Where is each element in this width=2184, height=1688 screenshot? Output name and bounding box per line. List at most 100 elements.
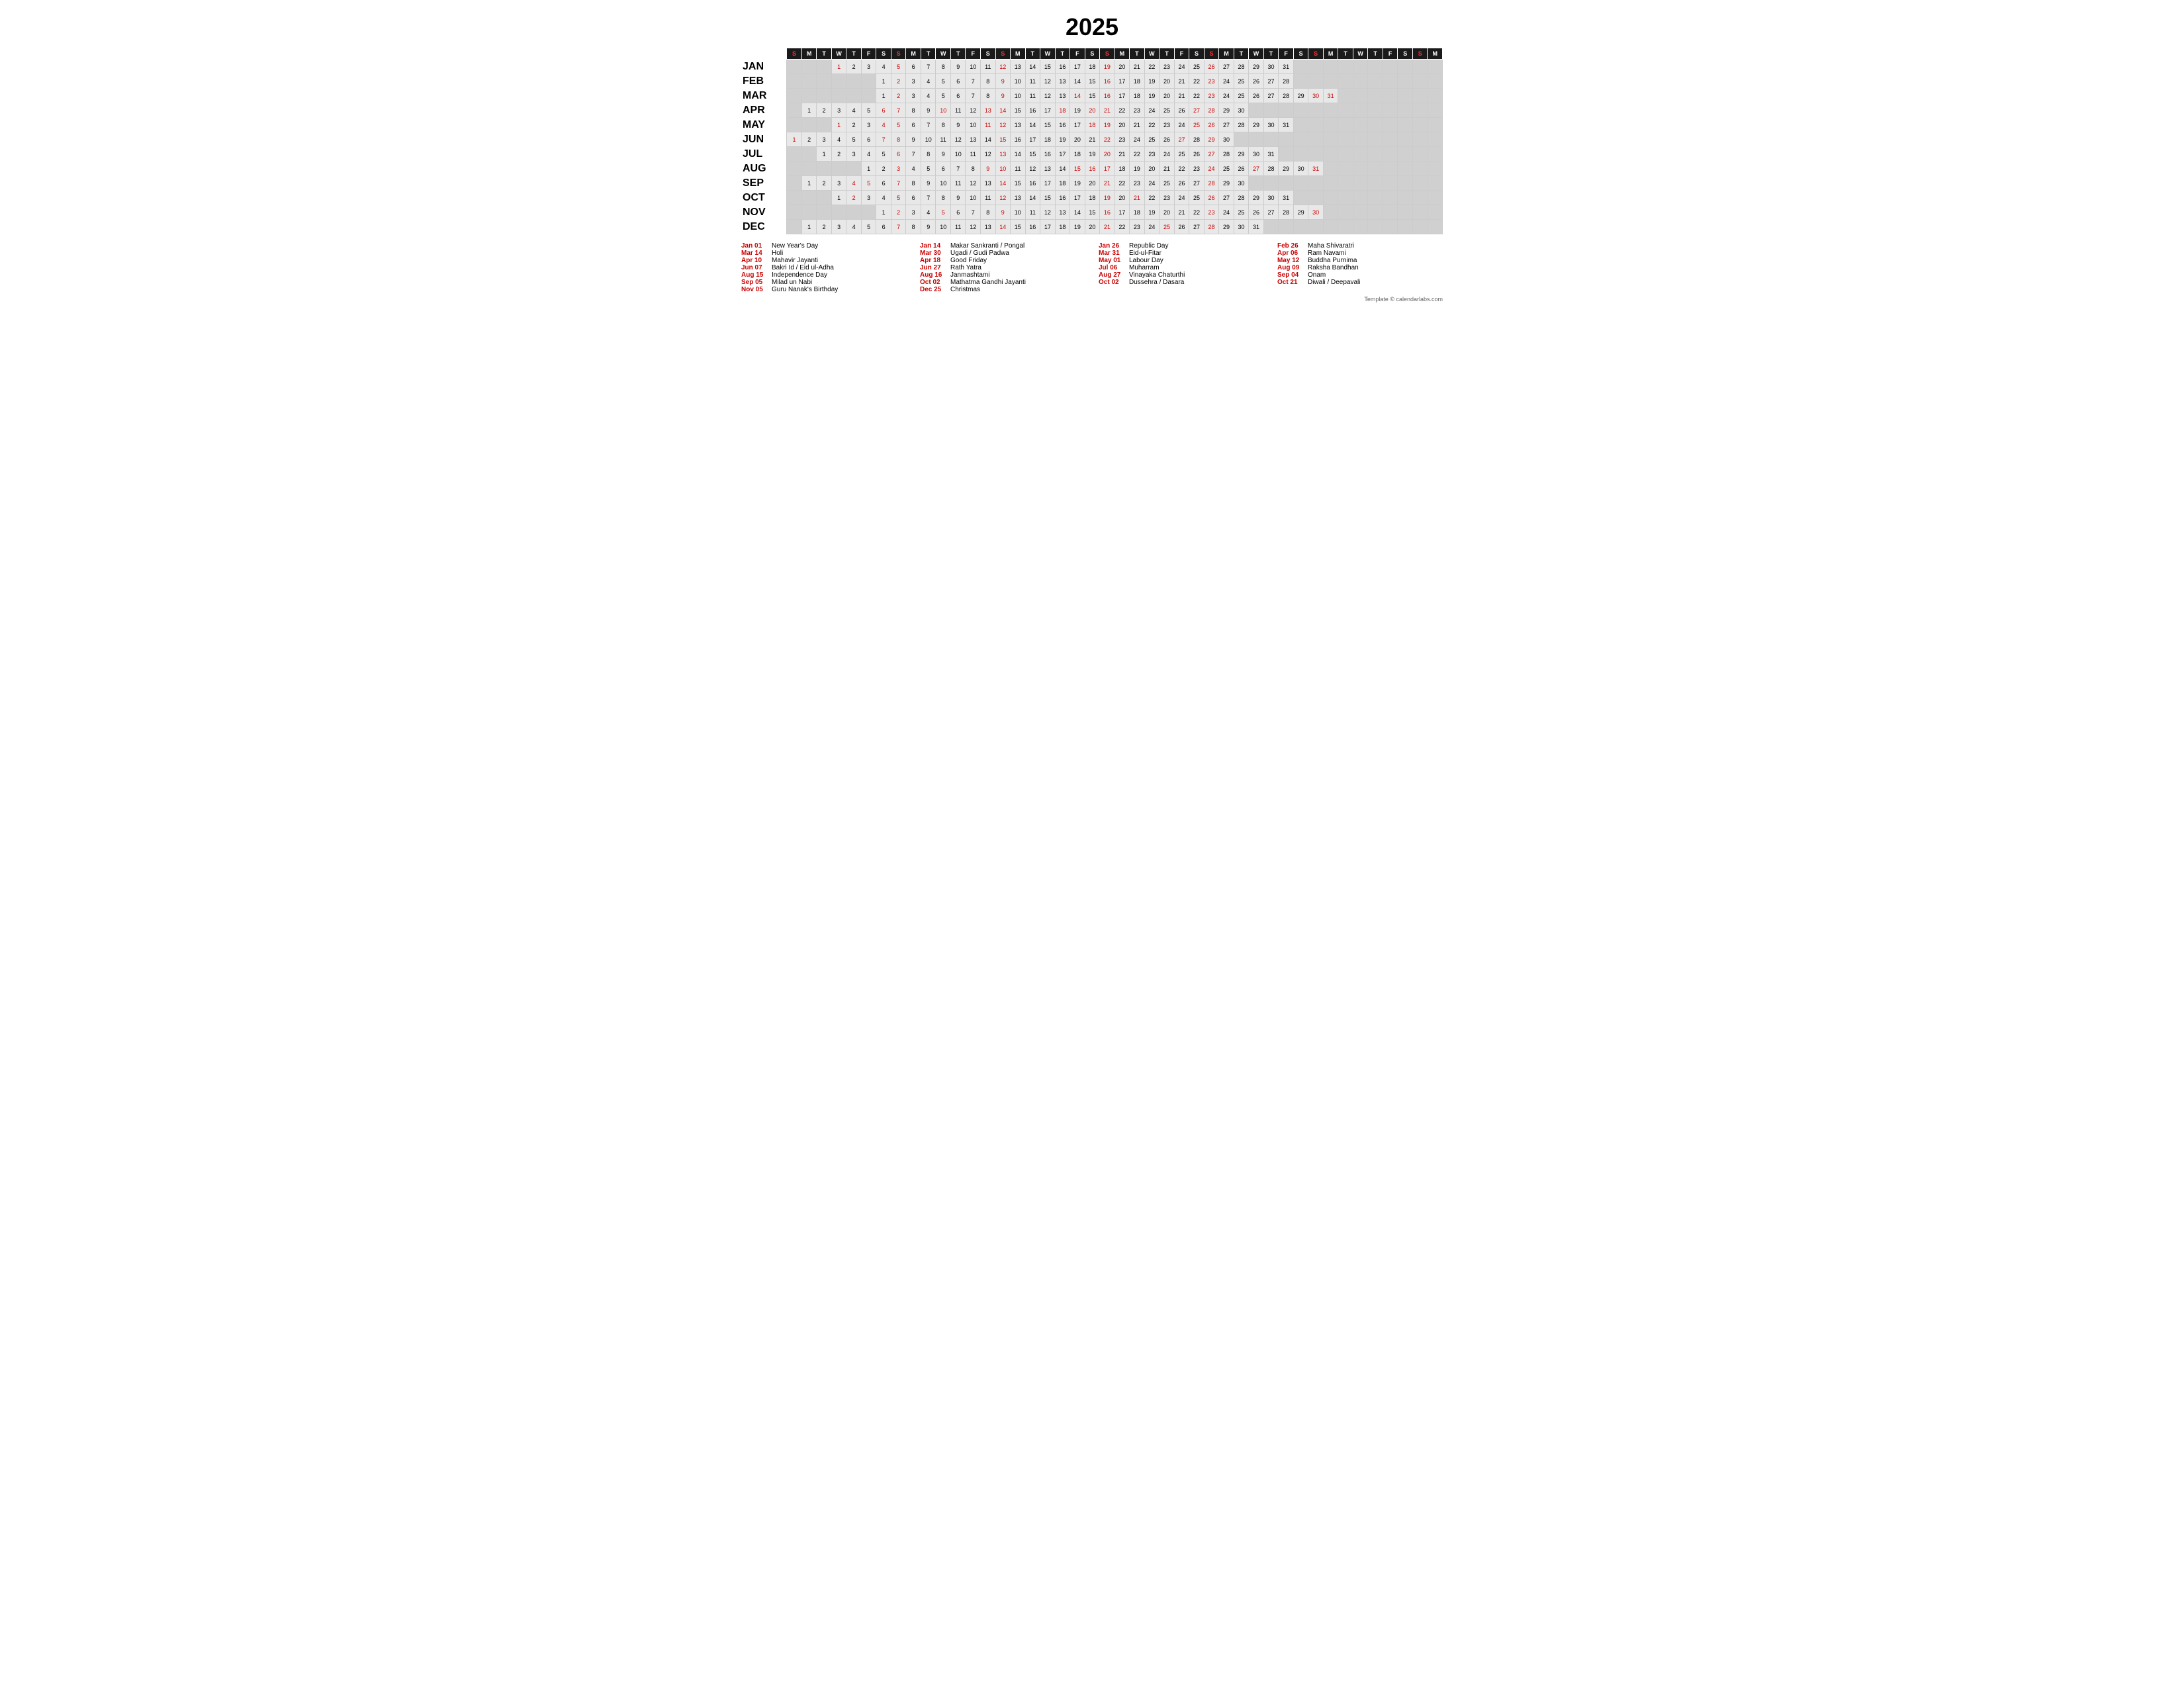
day-cell: 1 [831, 60, 846, 74]
day-cell [1338, 147, 1353, 162]
month-row-may: MAY1234567891011121314151617181920212223… [741, 118, 1443, 132]
day-cell: 11 [1025, 74, 1040, 89]
day-cell: 7 [966, 205, 981, 220]
day-cell: 12 [995, 60, 1011, 74]
day-header-35: S [1308, 48, 1324, 60]
day-cell: 30 [1234, 103, 1249, 118]
day-cell: 27 [1249, 162, 1264, 176]
holiday-date: Mar 14 [741, 250, 768, 257]
day-cell: 7 [921, 60, 936, 74]
day-cell [1412, 191, 1428, 205]
day-cell: 19 [1144, 89, 1160, 103]
day-cell: 18 [1055, 220, 1070, 234]
footer-credit: Template © calendarlabs.com [741, 296, 1443, 303]
day-cell [1428, 60, 1443, 74]
day-cell: 16 [1100, 74, 1115, 89]
day-header-27: S [1189, 48, 1205, 60]
day-header-25: T [1160, 48, 1175, 60]
day-cell: 10 [936, 176, 951, 191]
day-cell: 24 [1174, 191, 1189, 205]
day-cell [817, 60, 832, 74]
day-cell: 25 [1189, 60, 1205, 74]
day-header-18: T [1055, 48, 1070, 60]
day-cell: 26 [1204, 118, 1219, 132]
day-cell [787, 103, 802, 118]
day-cell: 31 [1279, 118, 1294, 132]
day-cell: 3 [861, 60, 876, 74]
day-cell: 30 [1234, 176, 1249, 191]
day-cell [846, 162, 862, 176]
holiday-item: Apr 18Good Friday [920, 257, 1085, 264]
day-cell: 20 [1115, 60, 1130, 74]
day-cell: 13 [1040, 162, 1056, 176]
holiday-name: Diwali / Deepavali [1308, 279, 1360, 286]
holidays-section: Jan 01New Year's DayMar 14HoliApr 10Maha… [741, 242, 1443, 293]
day-cell [1428, 118, 1443, 132]
day-cell: 12 [1025, 162, 1040, 176]
day-cell [1263, 103, 1279, 118]
day-cell: 28 [1204, 103, 1219, 118]
day-cell [1383, 74, 1398, 89]
day-cell [1353, 147, 1368, 162]
day-cell: 21 [1115, 147, 1130, 162]
day-cell [1383, 191, 1398, 205]
day-header-29: M [1219, 48, 1234, 60]
day-cell [1338, 118, 1353, 132]
day-cell: 25 [1144, 132, 1160, 147]
day-cell: 26 [1249, 205, 1264, 220]
day-cell [1383, 176, 1398, 191]
day-cell [1398, 147, 1413, 162]
day-cell: 22 [1115, 176, 1130, 191]
holiday-item: Jan 01New Year's Day [741, 242, 907, 250]
day-header-16: T [1025, 48, 1040, 60]
day-cell: 27 [1263, 205, 1279, 220]
day-cell: 13 [1011, 118, 1026, 132]
day-cell: 20 [1115, 118, 1130, 132]
holiday-item: Oct 02Mathatma Gandhi Jayanti [920, 279, 1085, 286]
day-cell [861, 89, 876, 103]
holiday-name: New Year's Day [772, 242, 818, 250]
day-cell: 30 [1263, 191, 1279, 205]
day-cell: 14 [1025, 191, 1040, 205]
holiday-date: Oct 02 [920, 279, 946, 286]
day-cell [1383, 205, 1398, 220]
day-cell: 8 [906, 103, 921, 118]
day-cell: 9 [950, 60, 966, 74]
day-header-10: W [936, 48, 951, 60]
day-cell: 18 [1085, 60, 1100, 74]
day-header-6: S [876, 48, 891, 60]
month-label-jan: JAN [741, 60, 787, 74]
month-row-jan: JAN1234567891011121314151617181920212223… [741, 60, 1443, 74]
day-cell: 14 [995, 220, 1011, 234]
day-cell [1383, 103, 1398, 118]
day-cell: 2 [831, 147, 846, 162]
day-cell [1398, 74, 1413, 89]
day-cell: 29 [1293, 205, 1308, 220]
day-cell: 1 [876, 205, 891, 220]
day-cell: 13 [981, 176, 996, 191]
holiday-name: Guru Nanak's Birthday [772, 286, 838, 293]
day-cell: 7 [891, 176, 906, 191]
day-header-24: W [1144, 48, 1160, 60]
day-cell: 5 [861, 176, 876, 191]
day-cell: 10 [966, 191, 981, 205]
day-cell: 1 [876, 89, 891, 103]
day-cell [1308, 132, 1324, 147]
day-cell: 25 [1174, 147, 1189, 162]
holiday-name: Good Friday [950, 257, 987, 264]
day-cell: 6 [950, 89, 966, 103]
day-cell [1412, 132, 1428, 147]
holiday-item: Dec 25Christmas [920, 286, 1085, 293]
day-cell: 20 [1085, 103, 1100, 118]
day-header-3: W [831, 48, 846, 60]
day-cell: 11 [981, 191, 996, 205]
day-cell: 22 [1115, 103, 1130, 118]
day-header-28: S [1204, 48, 1219, 60]
day-cell: 10 [921, 132, 936, 147]
day-cell: 8 [936, 118, 951, 132]
day-cell [1323, 220, 1338, 234]
day-cell [787, 176, 802, 191]
holiday-date: Aug 16 [920, 271, 946, 279]
day-cell: 8 [966, 162, 981, 176]
day-cell: 17 [1070, 118, 1085, 132]
